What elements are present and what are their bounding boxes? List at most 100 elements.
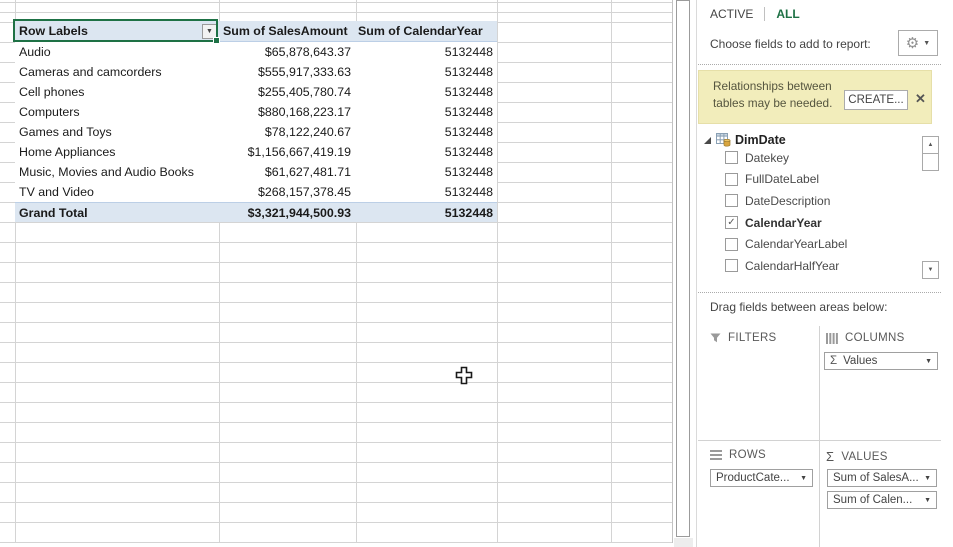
table-node-dimdate[interactable]: DimDate — [703, 133, 786, 147]
areas-vertical-divider — [819, 326, 820, 547]
sales-amount-header-cell[interactable]: Sum of SalesAmount — [219, 24, 356, 38]
close-icon[interactable]: ✕ — [915, 92, 926, 105]
field-checkbox[interactable] — [725, 238, 738, 251]
field-item[interactable]: Datekey — [710, 147, 915, 169]
field-checkbox[interactable] — [725, 173, 738, 186]
table-name-label[interactable]: DimDate — [735, 133, 786, 147]
field-list-scrollbar-thumb[interactable] — [922, 153, 939, 171]
pivottable-fields-pane: ACTIVE ALL Choose fields to add to repor… — [697, 0, 953, 547]
pivot-header-row: Row Labels Sum of SalesAmount Sum of Cal… — [15, 21, 497, 42]
sales-value-cell[interactable]: $78,122,240.67 — [219, 125, 356, 139]
filter-funnel-icon — [710, 333, 721, 343]
calendar-year-header-cell[interactable]: Sum of CalendarYear — [356, 24, 497, 38]
field-item[interactable]: CalendarYearLabel — [710, 233, 915, 255]
columns-drop-zone[interactable]: ΣValues▼ — [824, 352, 938, 374]
year-value-cell[interactable]: 5132448 — [356, 165, 497, 179]
pivot-row: Games and Toys$78,122,240.675132448 — [15, 122, 497, 142]
field-label[interactable]: Datekey — [745, 151, 789, 165]
chevron-down-icon[interactable]: ▼ — [924, 475, 931, 482]
columns-label: COLUMNS — [845, 332, 905, 344]
gridline — [0, 2, 673, 3]
chevron-down-icon: ▼ — [206, 28, 213, 35]
field-checkbox[interactable] — [725, 151, 738, 164]
year-value-cell[interactable]: 5132448 — [356, 65, 497, 79]
year-value-cell[interactable]: 5132448 — [356, 45, 497, 59]
row-label-cell[interactable]: TV and Video — [15, 185, 219, 199]
field-label[interactable]: CalendarHalfYear — [745, 259, 839, 273]
sales-value-cell[interactable]: $61,627,481.71 — [219, 165, 356, 179]
grand-total-sales-cell[interactable]: $3,321,944,500.93 — [219, 206, 356, 220]
sales-value-cell[interactable]: $880,168,223.17 — [219, 105, 356, 119]
gridline — [611, 0, 612, 543]
field-list: Datekey FullDateLabel DateDescription ✓ Cale… — [710, 147, 915, 277]
notice-message: Relationships between tables may be need… — [713, 78, 838, 111]
tab-all[interactable]: ALL — [776, 7, 799, 21]
gear-icon: ⚙ — [906, 36, 919, 51]
sheet-right-edge — [672, 0, 673, 543]
field-pill[interactable]: Sum of SalesA...▼ — [827, 469, 937, 487]
sales-value-cell[interactable]: $255,405,780.74 — [219, 85, 356, 99]
grand-total-label-cell[interactable]: Grand Total — [15, 206, 219, 220]
tab-active[interactable]: ACTIVE — [710, 7, 753, 21]
field-label[interactable]: DateDescription — [745, 194, 830, 208]
field-label[interactable]: CalendarYearLabel — [745, 237, 847, 251]
field-item[interactable]: ✓ CalendarYear — [710, 212, 915, 234]
filters-label: FILTERS — [728, 332, 777, 344]
values-drop-zone[interactable]: Sum of SalesA...▼Sum of Calen...▼ — [827, 469, 937, 513]
field-checkbox[interactable]: ✓ — [725, 216, 738, 229]
row-label-cell[interactable]: Computers — [15, 105, 219, 119]
sigma-icon: Σ — [826, 449, 834, 464]
chevron-down-icon[interactable]: ▼ — [924, 497, 931, 504]
field-item[interactable]: CalendarHalfYear — [710, 255, 915, 277]
field-list-scroll-down-button[interactable]: ▼ — [922, 261, 939, 279]
pivot-row: Cell phones$255,405,780.745132448 — [15, 82, 497, 102]
field-checkbox[interactable] — [725, 194, 738, 207]
sales-value-cell[interactable]: $1,156,667,419.19 — [219, 145, 356, 159]
row-labels-header-cell[interactable]: Row Labels — [15, 24, 219, 38]
field-pill[interactable]: Sum of Calen...▼ — [827, 491, 937, 509]
field-item[interactable]: DateDescription — [710, 190, 915, 212]
row-label-cell[interactable]: Cell phones — [15, 85, 219, 99]
expand-triangle-icon[interactable] — [703, 136, 712, 145]
tools-button[interactable]: ⚙ ▼ — [898, 30, 938, 56]
row-label-cell[interactable]: Audio — [15, 45, 219, 59]
chevron-down-icon[interactable]: ▼ — [925, 358, 932, 365]
year-value-cell[interactable]: 5132448 — [356, 85, 497, 99]
field-pill[interactable]: ProductCate...▼ — [710, 469, 813, 487]
sales-value-cell[interactable]: $268,157,378.45 — [219, 185, 356, 199]
columns-icon — [826, 333, 838, 344]
row-label-cell[interactable]: Home Appliances — [15, 145, 219, 159]
year-value-cell[interactable]: 5132448 — [356, 145, 497, 159]
pivot-row: Music, Movies and Audio Books$61,627,481… — [15, 162, 497, 182]
field-pill[interactable]: ΣValues▼ — [824, 352, 938, 370]
sigma-icon: Σ — [830, 355, 837, 367]
row-labels-filter-button[interactable]: ▼ — [202, 24, 217, 39]
sheet-vertical-scrollbar[interactable] — [676, 0, 690, 537]
sales-value-cell[interactable]: $555,917,333.63 — [219, 65, 356, 79]
worksheet-grid[interactable]: Row Labels Sum of SalesAmount Sum of Cal… — [0, 0, 673, 547]
rows-drop-zone[interactable]: ProductCate...▼ — [710, 469, 813, 491]
sheet-scrollbar-bottom — [674, 538, 693, 547]
tab-divider — [764, 7, 765, 21]
field-label[interactable]: FullDateLabel — [745, 172, 819, 186]
excel-workspace: Row Labels Sum of SalesAmount Sum of Cal… — [0, 0, 953, 547]
field-checkbox[interactable] — [725, 259, 738, 272]
field-list-scroll-up-button[interactable]: ▲ — [922, 136, 939, 154]
row-label-cell[interactable]: Cameras and camcorders — [15, 65, 219, 79]
row-label-cell[interactable]: Music, Movies and Audio Books — [15, 165, 219, 179]
chevron-down-icon: ▼ — [923, 40, 930, 47]
pill-label: ProductCate... — [716, 472, 797, 484]
create-relationship-button[interactable]: CREATE... — [844, 90, 908, 110]
pill-label: Sum of SalesA... — [833, 472, 921, 484]
grand-total-year-cell[interactable]: 5132448 — [356, 206, 497, 220]
sales-value-cell[interactable]: $65,878,643.37 — [219, 45, 356, 59]
year-value-cell[interactable]: 5132448 — [356, 105, 497, 119]
row-label-cell[interactable]: Games and Toys — [15, 125, 219, 139]
field-item[interactable]: FullDateLabel — [710, 169, 915, 191]
chevron-down-icon[interactable]: ▼ — [800, 475, 807, 482]
scroll-up-icon: ▲ — [928, 142, 934, 148]
separator — [698, 292, 941, 293]
field-label[interactable]: CalendarYear — [745, 216, 822, 230]
year-value-cell[interactable]: 5132448 — [356, 125, 497, 139]
year-value-cell[interactable]: 5132448 — [356, 185, 497, 199]
